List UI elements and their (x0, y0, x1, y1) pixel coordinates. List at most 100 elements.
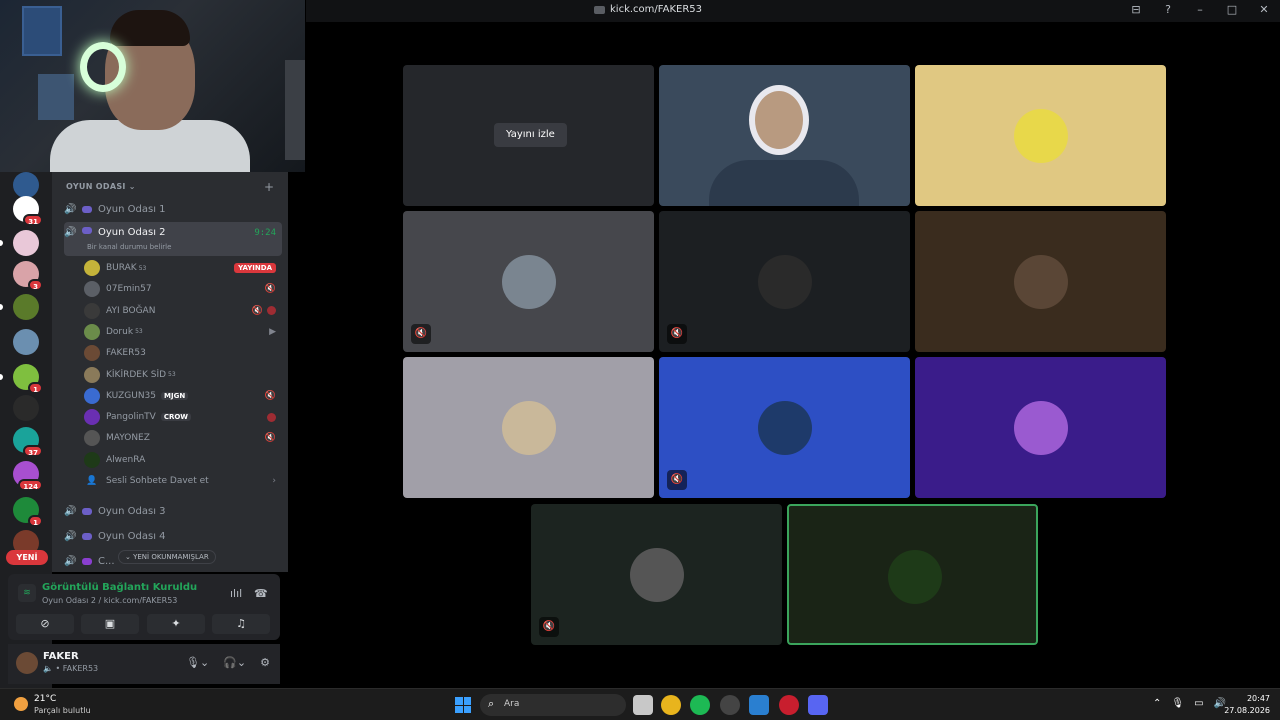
server-icon[interactable] (13, 294, 39, 320)
voice-member[interactable]: Doruk 53 ▶ (84, 322, 282, 342)
avatar (84, 409, 100, 426)
avatar (1014, 255, 1068, 309)
member-name: 07Emin57 (106, 284, 152, 295)
soundboard-button[interactable]: ♫ (212, 614, 270, 634)
minimize-button[interactable]: – (1192, 3, 1208, 16)
maximize-button[interactable]: □ (1224, 3, 1240, 16)
voice-channel[interactable]: 🔊 Oyun Odası 4 (64, 525, 282, 547)
participant-tile[interactable]: 🔇 (659, 211, 910, 352)
disconnect-icon[interactable]: ☎ (254, 587, 268, 600)
file-explorer-icon[interactable] (633, 695, 653, 715)
server-icon[interactable]: 1 (13, 497, 43, 527)
muted-icon: 🔇 (539, 617, 559, 637)
headphones-icon[interactable]: 🎧⌄ (223, 656, 246, 669)
gamepad-icon (82, 532, 92, 540)
spotify-icon[interactable] (690, 695, 710, 715)
unread-jump-button[interactable]: ⌄ YENİ OKUNMAMIŞLAR (118, 550, 216, 564)
camera-video-tile[interactable] (659, 65, 910, 206)
settings-gear-icon[interactable]: ⚙ (260, 656, 270, 669)
server-icon[interactable] (13, 230, 39, 256)
participant-tile[interactable]: 🔇 (403, 211, 654, 352)
user-name[interactable]: FAKER (43, 651, 79, 662)
participant-tile[interactable] (915, 357, 1166, 498)
participant-tile[interactable] (403, 357, 654, 498)
voice-member[interactable]: AYI BOĞAN 🔇 (84, 301, 282, 321)
active-voice-channel[interactable]: 🔊 Oyun Odası 2 9:24 Bir kanal durumu bel… (64, 222, 282, 256)
voice-member[interactable]: MAYONEZ 🔇 (84, 428, 282, 448)
voice-member[interactable]: AlwenRA (84, 450, 282, 470)
stream-preview-tile[interactable]: Yayını izle (403, 65, 654, 206)
new-messages-pill[interactable]: YENİ (6, 550, 48, 565)
signal-icon[interactable]: ≋ (18, 584, 36, 602)
category-header[interactable]: OYUN ODASI ⌄ (66, 182, 136, 191)
server-icon[interactable]: 124 (13, 461, 43, 491)
server-icon[interactable] (13, 172, 39, 198)
popout-icon[interactable]: ⊟ (1128, 3, 1144, 16)
taskbar-search[interactable]: ⌕ Ara (480, 694, 626, 716)
windows-start-icon[interactable] (455, 697, 471, 713)
search-placeholder: Ara (504, 699, 520, 709)
discord-icon[interactable] (808, 695, 828, 715)
participant-tile[interactable]: 🔇 (659, 357, 910, 498)
noise-suppression-icon[interactable]: ılıl (230, 587, 242, 600)
unread-indicator (0, 304, 3, 310)
network-icon[interactable]: ▭ (1194, 698, 1203, 709)
unread-indicator (0, 240, 3, 246)
microphone-icon[interactable]: 🎙⌄ (186, 656, 209, 669)
channel-status[interactable]: Bir kanal durumu belirle (87, 243, 171, 251)
voice-member[interactable]: PangolinTV CROW (84, 407, 282, 427)
add-channel-icon[interactable]: + (264, 180, 274, 194)
voice-channel[interactable]: 🔊 Oyun Odası 1 (64, 198, 282, 220)
server-icon[interactable]: 37 (13, 427, 43, 457)
window-titlebar: kick.com/FAKER53 ⊟ ? – □ ✕ (306, 0, 1280, 22)
voice-member[interactable]: KUZGUN35 MJGN 🔇 (84, 386, 282, 406)
voice-channel[interactable]: 🔊 Oyun Odası 3 (64, 500, 282, 522)
participant-tile[interactable]: 🔇 (531, 504, 782, 645)
speaker-icon: 🔊 (64, 203, 77, 215)
guild-tag: CROW (160, 413, 192, 422)
participant-tile[interactable] (915, 211, 1166, 352)
speaker-icon: 🔊 (64, 555, 77, 567)
server-icon[interactable]: 1 (13, 364, 43, 394)
member-status-icons: 🔇 (252, 305, 276, 316)
live-badge[interactable]: YAYINDA (234, 263, 276, 273)
watch-stream-button[interactable]: Yayını izle (494, 123, 567, 147)
voice-member[interactable]: FAKER53 (84, 343, 282, 363)
server-icon[interactable]: 3 (13, 261, 43, 291)
unread-label: YENİ OKUNMAMIŞLAR (133, 553, 209, 561)
stream-icon (594, 5, 605, 14)
unread-indicator (0, 374, 3, 380)
activities-button[interactable]: ✦ (147, 614, 205, 634)
voice-member[interactable]: BURAK 53 YAYINDA (84, 258, 282, 278)
avatar (84, 281, 100, 298)
speaker-icon: 🔊 (64, 227, 77, 238)
user-status: 🔈 • FAKER53 (43, 664, 99, 673)
chevron-up-icon[interactable]: ⌃ (1153, 698, 1161, 709)
chrome-icon[interactable] (661, 695, 681, 715)
window-controls: ⊟ ? – □ ✕ (1128, 3, 1272, 16)
member-status-icons: 🔇 (265, 391, 276, 401)
connection-status[interactable]: Görüntülü Bağlantı Kuruldu (42, 582, 197, 593)
photos-icon[interactable] (749, 695, 769, 715)
close-button[interactable]: ✕ (1256, 3, 1272, 16)
camera-off-button[interactable]: ⊘ (16, 614, 74, 634)
avatar (630, 548, 684, 602)
connection-location[interactable]: Oyun Odası 2 / kick.com/FAKER53 (42, 596, 177, 605)
avatar[interactable] (16, 652, 38, 674)
participant-tile[interactable] (787, 504, 1038, 645)
clock[interactable]: 20:47 27.08.2026 (1224, 693, 1270, 717)
voice-member[interactable]: 07Emin57 🔇 (84, 279, 282, 299)
microphone-tray-icon[interactable]: 🎙 (1171, 698, 1184, 709)
member-name: BURAK (106, 263, 137, 273)
help-icon[interactable]: ? (1160, 3, 1176, 16)
steam-icon[interactable] (720, 695, 740, 715)
server-icon[interactable] (13, 329, 39, 355)
server-icon[interactable]: 31 (13, 196, 43, 226)
record-app-icon[interactable] (779, 695, 799, 715)
server-icon[interactable] (13, 395, 39, 421)
screen-share-button[interactable]: ▣ (81, 614, 139, 634)
channel-name: Oyun Odası 2 (98, 227, 166, 238)
participant-tile[interactable] (915, 65, 1166, 206)
invite-to-voice[interactable]: 👤 Sesli Sohbete Davet et › (84, 471, 282, 491)
voice-member[interactable]: KİKİRDEK SİD 53 (84, 365, 282, 385)
